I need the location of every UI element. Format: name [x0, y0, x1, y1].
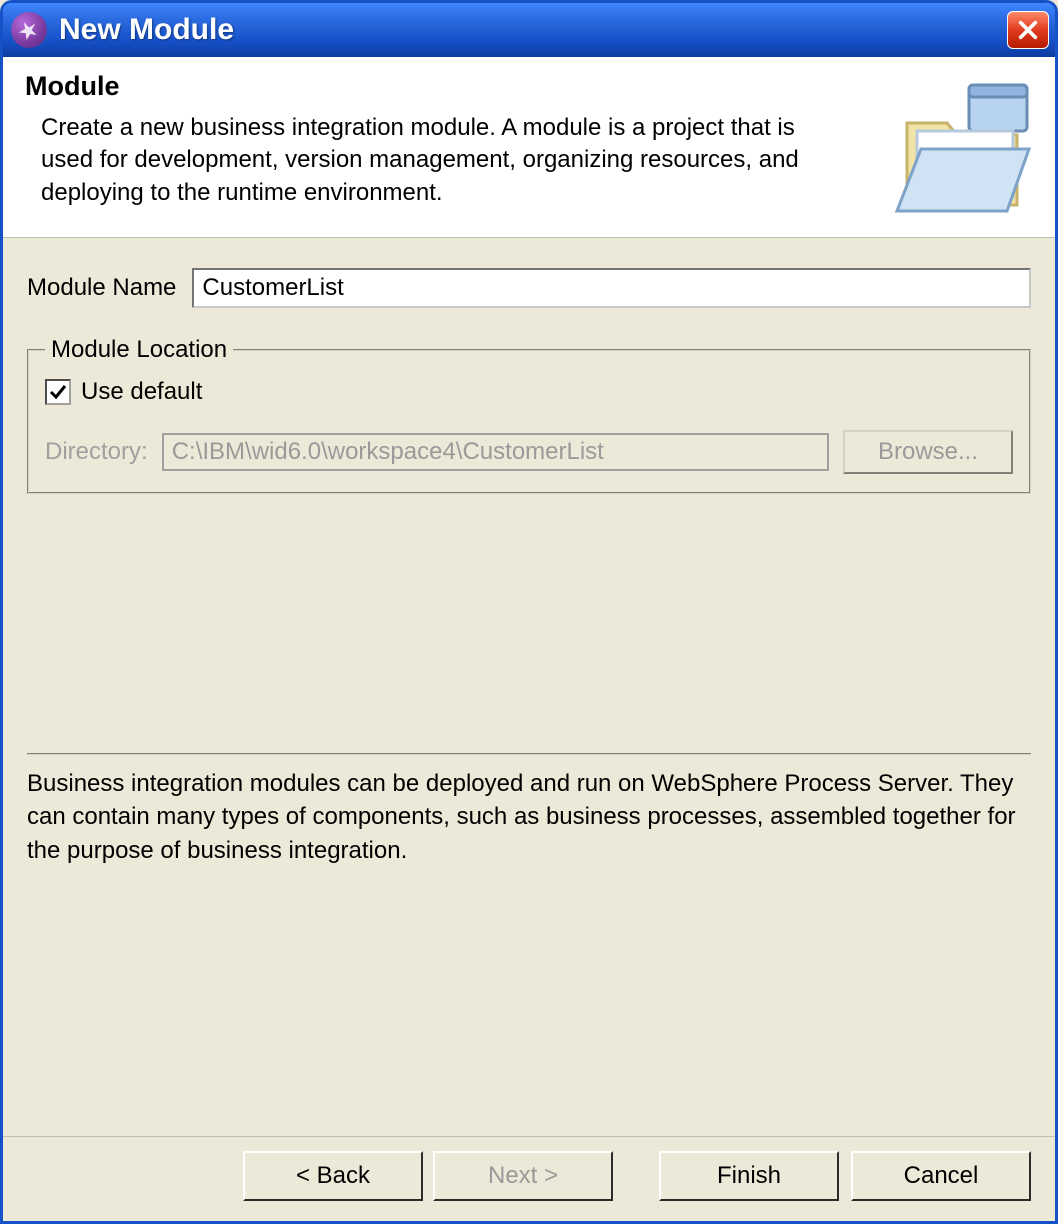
- module-location-legend: Module Location: [45, 336, 233, 364]
- use-default-checkbox[interactable]: [45, 379, 71, 405]
- use-default-label: Use default: [81, 378, 202, 406]
- dialog-window: New Module Module Create a new business …: [0, 0, 1058, 1224]
- directory-label: Directory:: [45, 438, 148, 466]
- spacer-2: [27, 887, 1031, 1136]
- wizard-content: Module Name Module Location Use default …: [3, 238, 1055, 1136]
- next-button: Next >: [433, 1151, 613, 1201]
- directory-input: [162, 433, 829, 471]
- close-button[interactable]: [1007, 11, 1049, 49]
- banner-heading: Module: [25, 71, 877, 102]
- button-bar: < Back Next > Finish Cancel: [3, 1136, 1055, 1221]
- cancel-button[interactable]: Cancel: [851, 1151, 1031, 1201]
- wizard-banner: Module Create a new business integration…: [3, 57, 1055, 238]
- module-name-label: Module Name: [27, 274, 176, 302]
- banner-description: Create a new business integration module…: [25, 112, 845, 209]
- browse-button: Browse...: [843, 430, 1013, 474]
- module-name-input[interactable]: [192, 268, 1031, 308]
- spacer: [27, 504, 1031, 753]
- titlebar: New Module: [3, 3, 1055, 57]
- app-icon: [11, 12, 47, 48]
- close-icon: [1017, 19, 1039, 41]
- module-location-fieldset: Module Location Use default Directory: B…: [27, 336, 1031, 494]
- directory-row: Directory: Browse...: [45, 430, 1013, 474]
- back-button[interactable]: < Back: [243, 1151, 423, 1201]
- window-title: New Module: [59, 13, 1007, 47]
- separator: [27, 753, 1031, 755]
- checkmark-icon: [48, 382, 68, 402]
- folder-icon: [887, 79, 1037, 219]
- finish-button[interactable]: Finish: [659, 1151, 839, 1201]
- module-name-row: Module Name: [27, 268, 1031, 308]
- use-default-row: Use default: [45, 378, 1013, 406]
- footnote-text: Business integration modules can be depl…: [27, 767, 1031, 868]
